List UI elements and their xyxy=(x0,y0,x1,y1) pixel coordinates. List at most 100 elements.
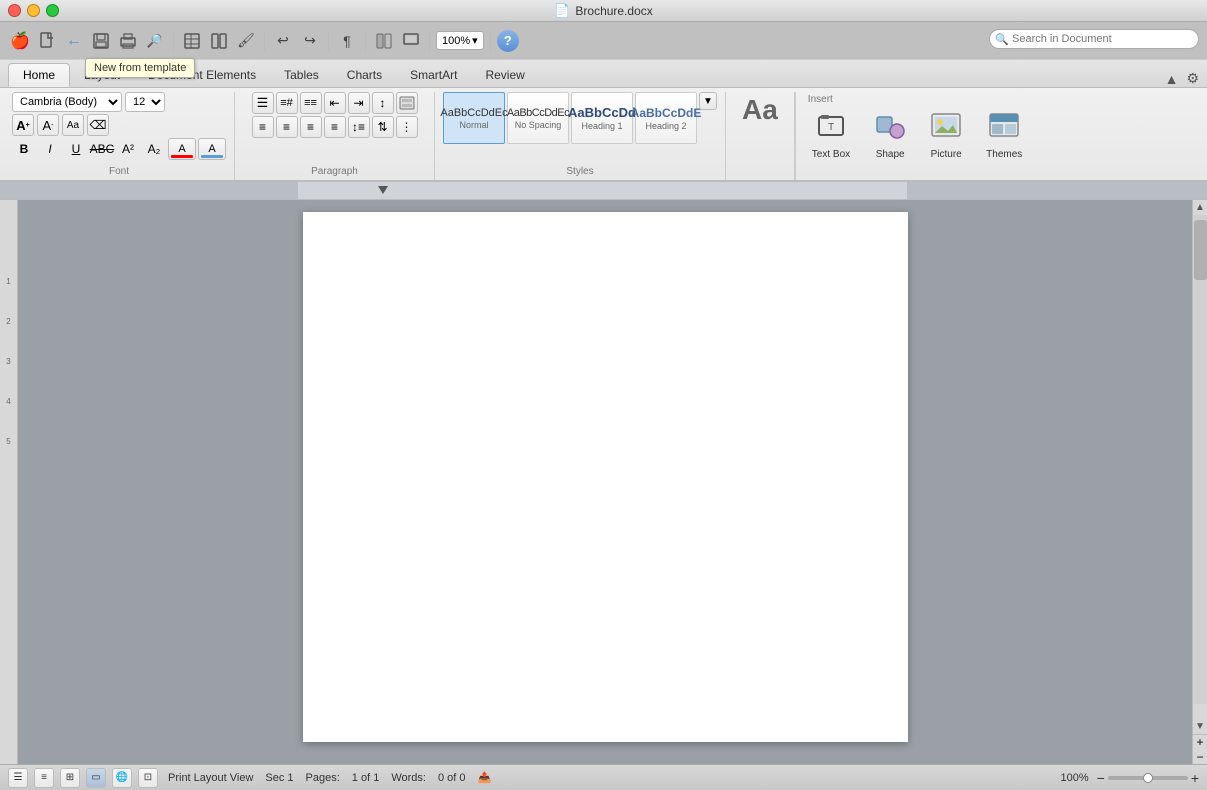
document-canvas[interactable] xyxy=(18,200,1192,764)
ruler-ticks xyxy=(298,182,907,199)
para-list-row: ☰ ≡# ≡≡ ⇤ ⇥ ↕ xyxy=(252,92,418,114)
back-button[interactable]: ← xyxy=(62,29,86,53)
brush-button[interactable]: 🖌 xyxy=(234,29,258,53)
align-left-button[interactable]: ≡ xyxy=(252,116,274,138)
view-outline-button[interactable]: ☰ xyxy=(8,768,28,788)
minimize-button[interactable] xyxy=(27,4,40,17)
undo-button[interactable]: ↩ xyxy=(271,29,295,53)
clear-format-button[interactable]: ⌫ xyxy=(87,114,109,136)
underline-button[interactable]: U xyxy=(64,138,88,160)
shading-button[interactable] xyxy=(396,92,418,114)
tab-home[interactable]: Home xyxy=(8,63,70,87)
title-bar: 📄 Brochure.docx xyxy=(0,0,1207,22)
picture-button[interactable]: Picture xyxy=(922,105,970,164)
ribbon-collapse-up[interactable]: ▲ xyxy=(1161,71,1183,87)
view-print-button[interactable]: ▭ xyxy=(86,768,106,788)
font-group: Cambria (Body) 12 A+ A- Aa ⌫ B I U ABC xyxy=(4,92,235,180)
superscript-button[interactable]: A² xyxy=(116,138,140,160)
zoom-in-right-button[interactable]: + xyxy=(1193,734,1207,749)
numbered-list-button[interactable]: ≡# xyxy=(276,92,298,114)
scrollbar-track[interactable] xyxy=(1193,215,1207,704)
font-color-button[interactable]: A xyxy=(198,138,226,160)
view-list-button[interactable]: ≡ xyxy=(34,768,54,788)
increase-indent-button[interactable]: ⇥ xyxy=(348,92,370,114)
textbox-button[interactable]: T Text Box xyxy=(804,105,858,164)
highlight-button[interactable]: A xyxy=(168,138,196,160)
toolbar-separator xyxy=(173,31,174,51)
help-button[interactable]: ? xyxy=(497,30,519,52)
zoom-in-button[interactable]: + xyxy=(1191,770,1199,786)
tab-review[interactable]: Review xyxy=(471,63,538,87)
document-page[interactable] xyxy=(303,212,908,742)
zoom-out-right-button[interactable]: − xyxy=(1193,749,1207,764)
sort-button[interactable]: ↕ xyxy=(372,92,394,114)
styles-more-button[interactable]: ▼ xyxy=(699,92,717,110)
pilcrow-button[interactable]: ¶ xyxy=(335,29,359,53)
scrollbar-thumb[interactable] xyxy=(1194,220,1207,280)
picture-label: Picture xyxy=(931,149,962,160)
view-web-button[interactable]: 🌐 xyxy=(112,768,132,788)
view-focus-button[interactable]: ⊡ xyxy=(138,768,158,788)
view-button[interactable] xyxy=(399,29,423,53)
strikethrough-button[interactable]: ABC xyxy=(90,138,114,160)
svg-text:T: T xyxy=(828,122,834,133)
columns-para-button[interactable]: ⋮ xyxy=(396,116,418,138)
tab-tables[interactable]: Tables xyxy=(270,63,333,87)
style-h1-preview: AaBbCcDd xyxy=(568,105,636,120)
decrease-indent-button[interactable]: ⇤ xyxy=(324,92,346,114)
italic-button[interactable]: I xyxy=(38,138,62,160)
font-name-select[interactable]: Cambria (Body) xyxy=(12,92,122,112)
font-size-select[interactable]: 12 xyxy=(125,92,165,112)
pages-value: 1 of 1 xyxy=(352,772,380,784)
share-icon[interactable]: 📤 xyxy=(478,771,492,784)
style-heading2[interactable]: AaBbCcDdE Heading 2 xyxy=(635,92,697,144)
zoom-out-button[interactable]: − xyxy=(1097,770,1105,786)
maximize-button[interactable] xyxy=(46,4,59,17)
search-icon: 🔍 xyxy=(995,33,1009,46)
line-spacing-button[interactable]: ↕≡ xyxy=(348,116,370,138)
tab-smartart[interactable]: SmartArt xyxy=(396,63,471,87)
style-heading1[interactable]: AaBbCcDd Heading 1 xyxy=(571,92,633,144)
save-button[interactable] xyxy=(89,29,113,53)
themes-button[interactable]: Themes xyxy=(978,105,1030,164)
subscript-button[interactable]: A₂ xyxy=(142,138,166,160)
bold-button[interactable]: B xyxy=(12,138,36,160)
view-thumbnails-button[interactable]: ⊞ xyxy=(60,768,80,788)
align-center-button[interactable]: ≡ xyxy=(276,116,298,138)
aa-group: Aa xyxy=(726,92,795,180)
window-controls[interactable] xyxy=(8,4,59,17)
multi-level-list-button[interactable]: ≡≡ xyxy=(300,92,322,114)
aa-button[interactable]: Aa xyxy=(734,92,786,128)
print-button[interactable] xyxy=(116,29,140,53)
styles-group-content: AaBbCcDdEc Normal AaBbCcDdEc No Spacing … xyxy=(443,92,717,144)
align-right-button[interactable]: ≡ xyxy=(300,116,322,138)
font-shrink-button[interactable]: A- xyxy=(37,114,59,136)
page-layout-button[interactable] xyxy=(372,29,396,53)
para-spacing-button[interactable]: ⇅ xyxy=(372,116,394,138)
styles-group-label: Styles xyxy=(566,164,593,180)
spellcheck-button[interactable]: 🔎 xyxy=(143,29,167,53)
table-button[interactable] xyxy=(180,29,204,53)
scroll-up-button[interactable]: ▲ xyxy=(1193,200,1207,215)
redo-button[interactable]: ↪ xyxy=(298,29,322,53)
status-right: 100% − + xyxy=(1060,770,1199,786)
zoom-slider[interactable] xyxy=(1108,776,1188,780)
close-button[interactable] xyxy=(8,4,21,17)
new-file-button[interactable] xyxy=(35,29,59,53)
bullet-list-button[interactable]: ☰ xyxy=(252,92,274,114)
zoom-selector[interactable]: 100% ▾ xyxy=(436,31,484,50)
case-button[interactable]: Aa xyxy=(62,114,84,136)
search-input[interactable] xyxy=(989,29,1199,49)
justify-button[interactable]: ≡ xyxy=(324,116,346,138)
font-grow-button[interactable]: A+ xyxy=(12,114,34,136)
style-nospace[interactable]: AaBbCcDdEc No Spacing xyxy=(507,92,569,144)
style-h2-preview: AaBbCcDdE xyxy=(631,106,702,120)
apple-menu[interactable]: 🍎 xyxy=(8,29,32,53)
font-size-row: A+ A- Aa ⌫ xyxy=(12,114,226,136)
style-normal[interactable]: AaBbCcDdEc Normal xyxy=(443,92,505,144)
tab-charts[interactable]: Charts xyxy=(333,63,396,87)
shape-button[interactable]: Shape xyxy=(866,105,914,164)
columns-button[interactable] xyxy=(207,29,231,53)
ribbon-settings[interactable]: ⚙ xyxy=(1186,70,1199,87)
scroll-down-button[interactable]: ▼ xyxy=(1193,719,1207,734)
